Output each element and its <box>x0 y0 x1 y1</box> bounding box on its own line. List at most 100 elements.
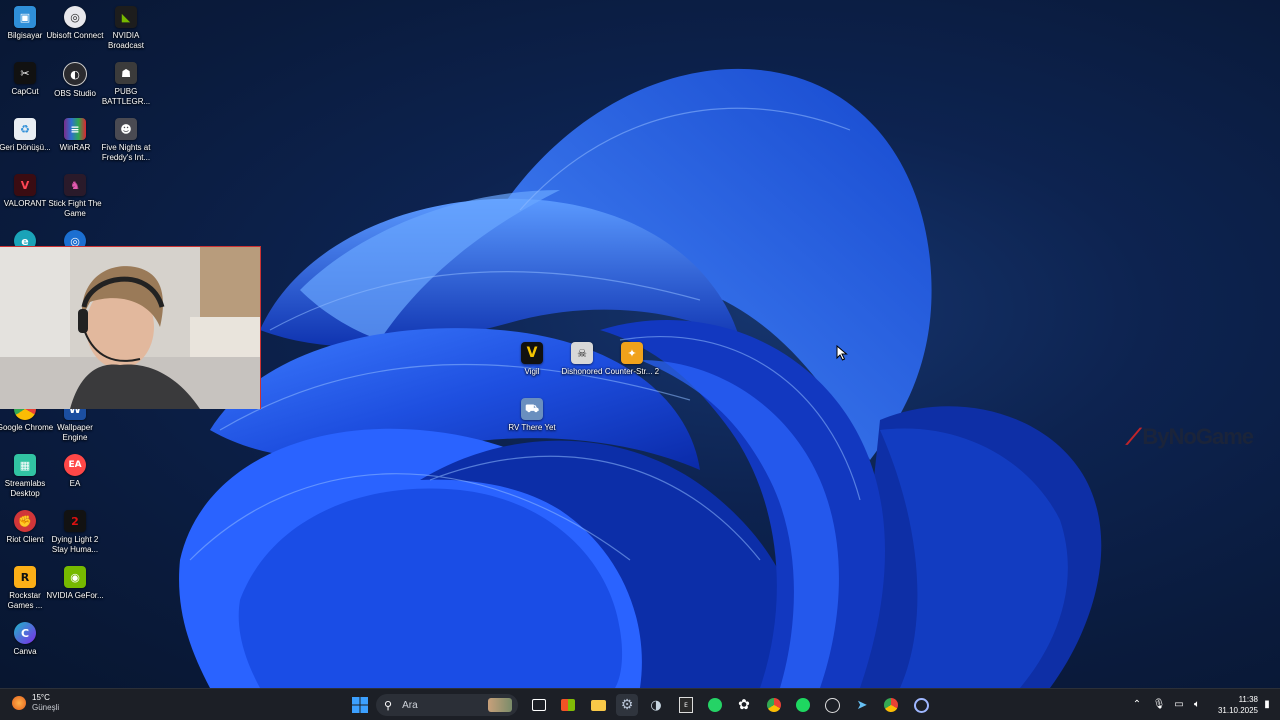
clock-time: 11:38 <box>1238 695 1258 704</box>
desktop-icon-label: RV There Yet <box>508 423 556 432</box>
taskbar-chrome-2[interactable] <box>880 694 902 716</box>
desktop-icon-pubg[interactable]: ☗ PUBG BATTLEGR... <box>101 62 151 107</box>
volume-button[interactable]: 🔈︎ <box>1190 697 1204 711</box>
vigil-icon: V <box>521 342 543 364</box>
dying-light-icon: 2 <box>64 510 86 532</box>
watermark-logo: ⟋ ByNoGame <box>1126 424 1254 450</box>
taskbar-chatgpt[interactable]: ✿ <box>733 694 755 716</box>
desktop-icon-streamlabs[interactable]: ▦ Streamlabs Desktop <box>0 454 50 499</box>
chrome-icon <box>884 698 898 712</box>
desktop-icon-label: Counter-Str... 2 <box>604 367 660 376</box>
streamlabs-icon: ▦ <box>14 454 36 476</box>
search-input[interactable] <box>400 698 485 712</box>
desktop-icon-riot-client[interactable]: ✊ Riot Client <box>0 510 50 545</box>
desktop-icon-rockstar[interactable]: R Rockstar Games ... <box>0 566 50 611</box>
task-view-icon <box>532 699 546 711</box>
microsoft-store-icon <box>561 699 575 711</box>
webcam-overlay <box>0 246 261 409</box>
settings-icon: ⚙ <box>620 697 634 713</box>
taskbar-chrome[interactable] <box>763 694 785 716</box>
desktop-icon-label: Stick Fight The Game <box>48 199 102 218</box>
obs-icon <box>824 697 840 713</box>
desktop-icon-label: PUBG BATTLEGR... <box>101 87 151 106</box>
taskbar-cortana[interactable] <box>910 694 932 716</box>
show-hidden-icons-button[interactable]: ⌃ <box>1130 697 1144 711</box>
whatsapp-icon <box>708 698 722 712</box>
desktop-icon-ubisoft-connect[interactable]: ◎ Ubisoft Connect <box>47 6 103 41</box>
desktop-icon-dishonored[interactable]: ☠ Dishonored <box>557 342 607 377</box>
capcut-icon: ✂ <box>14 62 36 84</box>
desktop-icon-counter-strike-2[interactable]: ✦ Counter-Str... 2 <box>605 342 659 377</box>
desktop-icon-label: WinRAR <box>59 143 91 152</box>
riot-icon: ✊ <box>14 510 36 532</box>
rv-there-yet-icon: ⛟ <box>521 398 543 420</box>
desktop-icon-stick-fight[interactable]: ♞ Stick Fight The Game <box>48 174 102 219</box>
desktop-icon-winrar[interactable]: ≡ WinRAR <box>50 118 100 153</box>
taskbar-spotify[interactable] <box>792 694 814 716</box>
taskbar-search-box[interactable]: ⚲ <box>376 694 518 716</box>
desktop-icon-label: NVIDIA GeFor... <box>46 591 104 600</box>
nvidia-broadcast-icon: ◣ <box>115 6 137 28</box>
desktop[interactable]: ▣ Bilgisayar ✂ CapCut ♻ Geri Dönüşü... V… <box>0 0 1280 688</box>
fnaf-icon: ☻ <box>115 118 137 140</box>
desktop-icon-dying-light-2[interactable]: 2 Dying Light 2 Stay Huma... <box>50 510 100 555</box>
notifications-button[interactable]: ▮ <box>1260 697 1274 711</box>
taskbar-microsoft-store[interactable] <box>557 694 579 716</box>
stick-fight-icon: ♞ <box>64 174 86 196</box>
microphone-button[interactable]: 🎙︎ <box>1152 697 1166 711</box>
desktop-icon-nvidia-geforce[interactable]: ◉ NVIDIA GeFor... <box>46 566 104 601</box>
cortana-icon <box>913 697 929 713</box>
taskbar-steam[interactable]: ◑ <box>645 694 667 716</box>
weather-temperature: 15°C <box>32 693 50 702</box>
desktop-icon-nvidia-broadcast[interactable]: ◣ NVIDIA Broadcast <box>101 6 151 51</box>
desktop-icon-capcut[interactable]: ✂ CapCut <box>0 62 50 97</box>
desktop-icon-obs-studio[interactable]: ◐ OBS Studio <box>50 62 100 99</box>
desktop-icon-label: Wallpaper Engine <box>57 423 93 442</box>
desktop-icon-vigil[interactable]: V Vigil <box>507 342 557 377</box>
taskbar-steam-2[interactable]: ➤ <box>851 694 873 716</box>
taskbar-settings[interactable]: ⚙ <box>616 694 638 716</box>
taskbar-file-explorer[interactable] <box>587 694 609 716</box>
desktop-icon-label: EA <box>69 479 81 488</box>
weather-widget[interactable]: 15°C Güneşli <box>12 693 59 713</box>
ubisoft-icon: ◎ <box>64 6 86 28</box>
taskbar-epic-games[interactable]: E <box>675 694 697 716</box>
winrar-icon: ≡ <box>64 118 86 140</box>
task-view-button[interactable] <box>528 694 550 716</box>
desktop-icon-label: NVIDIA Broadcast <box>107 31 145 50</box>
epic-games-icon: E <box>679 697 693 713</box>
desktop-icon-geri-donusum[interactable]: ♻ Geri Dönüşü... <box>0 118 51 153</box>
watermark-text: ByNoGame <box>1142 424 1254 449</box>
bell-icon: ▮ <box>1264 698 1270 710</box>
chrome-icon <box>767 698 781 712</box>
desktop-icon-label: Five Nights at Freddy's Int... <box>101 143 151 162</box>
network-button[interactable]: ▭ <box>1172 697 1186 711</box>
desktop-icon-canva[interactable]: C Canva <box>0 622 50 657</box>
computer-icon: ▣ <box>14 6 36 28</box>
desktop-icon-ea[interactable]: EA EA <box>50 454 100 489</box>
cs2-icon: ✦ <box>621 342 643 364</box>
desktop-icon-rv-there-yet[interactable]: ⛟ RV There Yet <box>507 398 557 433</box>
search-highlight-icon <box>488 698 513 712</box>
recycle-bin-icon: ♻ <box>14 118 36 140</box>
valorant-icon: V <box>14 174 36 196</box>
start-button[interactable] <box>349 694 371 716</box>
canva-icon: C <box>14 622 36 644</box>
desktop-icon-label: Canva <box>13 647 37 656</box>
steam-icon: ➤ <box>856 697 868 713</box>
steam-icon: ◑ <box>650 697 662 713</box>
clock-date: 31.10.2025 <box>1217 706 1258 715</box>
desktop-icon-valorant[interactable]: V VALORANT <box>0 174 50 209</box>
rockstar-icon: R <box>14 566 36 588</box>
taskbar-clock[interactable]: 11:38 31.10.2025 <box>1206 694 1258 716</box>
network-icon: ▭ <box>1174 698 1184 710</box>
taskbar-whatsapp[interactable] <box>704 694 726 716</box>
weather-condition: Güneşli <box>32 703 60 712</box>
mouse-cursor-icon <box>836 345 848 361</box>
desktop-icon-bilgisayar[interactable]: ▣ Bilgisayar <box>0 6 50 41</box>
taskbar-obs[interactable] <box>821 694 843 716</box>
desktop-icon-fnaf[interactable]: ☻ Five Nights at Freddy's Int... <box>101 118 151 163</box>
search-icon: ⚲ <box>384 698 393 712</box>
chevron-up-icon: ⌃ <box>1132 698 1142 710</box>
windows-logo-icon <box>352 697 368 713</box>
